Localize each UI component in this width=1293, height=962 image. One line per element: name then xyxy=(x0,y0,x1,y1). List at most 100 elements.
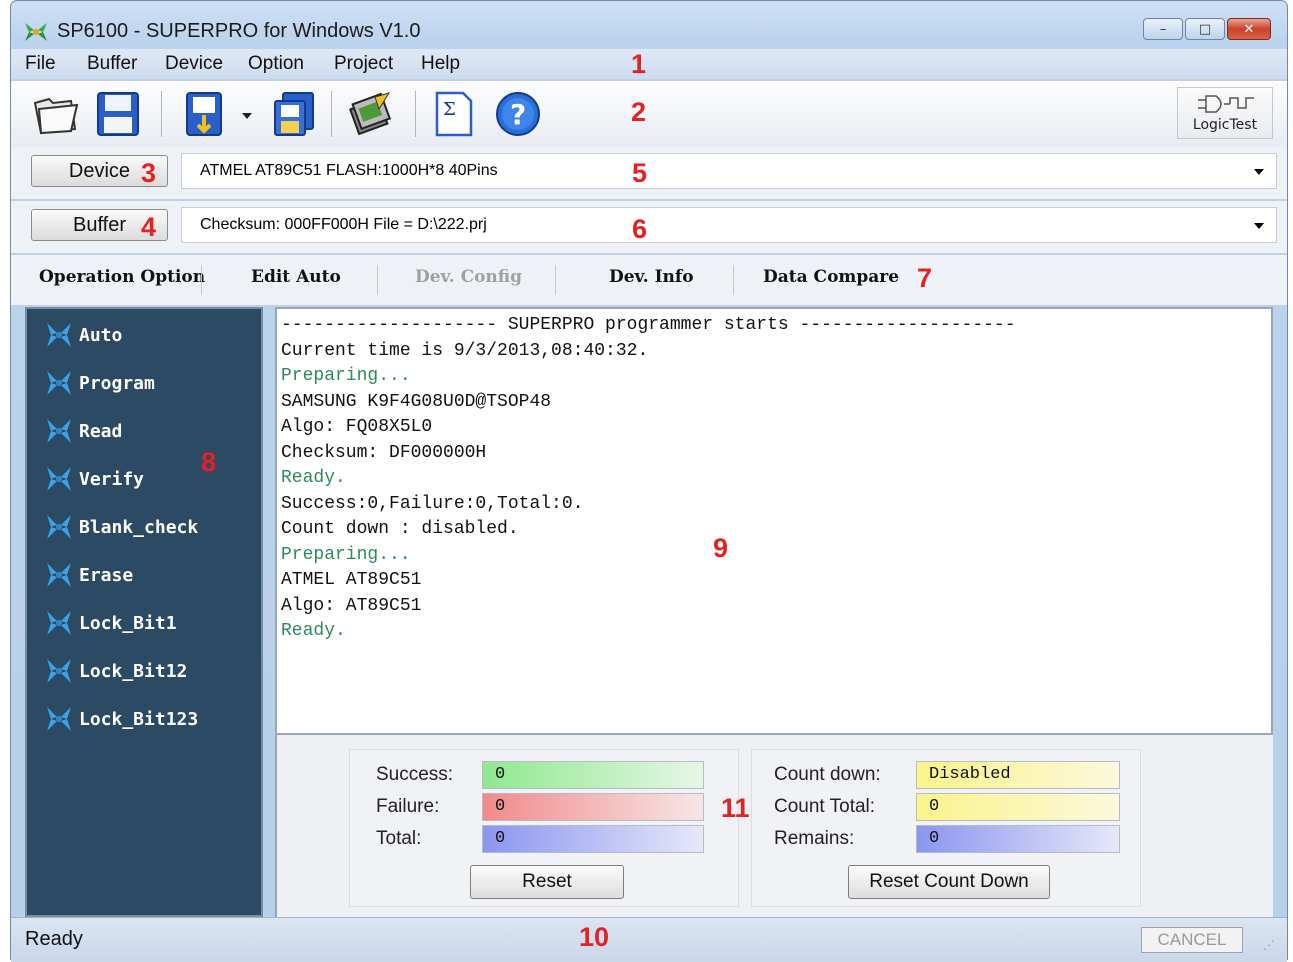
operation-auto[interactable]: Auto xyxy=(45,321,122,349)
device-select[interactable]: ATMEL AT89C51 FLASH:1000H*8 40Pins 5 xyxy=(181,153,1277,189)
cancel-button-label: CANCEL xyxy=(1157,930,1227,949)
log-line: Ready. xyxy=(281,621,346,641)
success-field: 0 xyxy=(482,761,704,789)
success-label: Success: xyxy=(376,764,454,785)
buffer-select[interactable]: Checksum: 000FF000H File = D:\222.prj 6 xyxy=(181,207,1277,244)
operation-program[interactable]: Program xyxy=(45,369,155,397)
tab-separator xyxy=(733,265,734,295)
callout-4: 4 xyxy=(141,212,157,242)
minimize-icon: – xyxy=(1159,21,1167,37)
operation-read[interactable]: Read xyxy=(45,417,122,445)
operation-label: Verify xyxy=(79,468,145,490)
log-line: SAMSUNG K9F4G08U0D@TSOP48 xyxy=(281,392,552,412)
tab-edit-auto[interactable]: Edit Auto xyxy=(251,267,341,287)
operation-label: Blank_check xyxy=(79,516,199,538)
log-line: Algo: AT89C51 xyxy=(281,596,422,616)
toolbar-separator xyxy=(415,91,416,137)
chevron-down-icon[interactable] xyxy=(1254,223,1264,229)
save-project-icon[interactable] xyxy=(269,89,319,139)
toolbar: Σ ? 2 LogicTest xyxy=(11,80,1287,148)
minimize-button[interactable]: – xyxy=(1143,18,1183,40)
chevron-down-icon[interactable] xyxy=(1254,169,1264,175)
logictest-button[interactable]: LogicTest xyxy=(1177,87,1273,139)
svg-text:Σ: Σ xyxy=(443,99,456,120)
remains-field: 0 xyxy=(916,825,1120,853)
operation-blank-check[interactable]: Blank_check xyxy=(45,513,198,541)
tab-operation-option[interactable]: Operation Option xyxy=(39,267,205,287)
operation-icon xyxy=(47,659,71,683)
menu-buffer[interactable]: Buffer xyxy=(87,53,137,75)
tab-dev-info[interactable]: Dev. Info xyxy=(609,267,694,287)
device-select-value: ATMEL AT89C51 FLASH:1000H*8 40Pins xyxy=(200,162,498,179)
load-project-icon[interactable] xyxy=(179,89,229,139)
operation-icon xyxy=(47,371,71,395)
result-counters: Success: 0 Failure: 0 Total: 0 Reset xyxy=(349,749,739,907)
dropdown-arrow-icon[interactable] xyxy=(237,89,257,139)
reset-button-label: Reset xyxy=(522,871,572,892)
program-chip-icon[interactable] xyxy=(345,89,395,139)
checksum-sigma-icon[interactable]: Σ xyxy=(429,89,479,139)
callout-7: 7 xyxy=(917,263,933,293)
callout-2: 2 xyxy=(631,97,647,127)
countdown-label: Count down: xyxy=(774,764,881,785)
maximize-button[interactable]: □ xyxy=(1185,18,1225,40)
log-line: Current time is 9/3/2013,08:40:32. xyxy=(281,341,649,361)
tab-separator xyxy=(201,265,202,295)
operation-icon xyxy=(47,707,71,731)
reset-button[interactable]: Reset xyxy=(470,865,624,899)
svg-text:?: ? xyxy=(510,98,526,131)
operation-label: Erase xyxy=(79,564,134,586)
window-controls: – □ ✕ xyxy=(1143,18,1271,40)
open-folder-icon[interactable] xyxy=(31,89,81,139)
operation-lock-bit12[interactable]: Lock_Bit12 xyxy=(45,657,187,685)
remains-label: Remains: xyxy=(774,828,855,849)
countdown-field[interactable]: Disabled xyxy=(916,761,1120,789)
menu-option[interactable]: Option xyxy=(248,53,304,75)
close-button[interactable]: ✕ xyxy=(1227,18,1271,40)
menu-project[interactable]: Project xyxy=(334,53,393,75)
countdown-counters: Count down: Disabled Count Total: 0 Rema… xyxy=(751,749,1141,907)
resize-grip-icon[interactable]: ⋰ xyxy=(1263,938,1275,952)
buffer-row: Buffer 4 Checksum: 000FF000H File = D:\2… xyxy=(11,201,1287,254)
save-disk-icon[interactable] xyxy=(93,89,143,139)
close-icon: ✕ xyxy=(1243,21,1255,37)
log-line: Count down : disabled. xyxy=(281,519,519,539)
tab-separator xyxy=(377,265,378,295)
cancel-button[interactable]: CANCEL xyxy=(1141,927,1243,953)
operations-sidebar: Auto Program Read Verify 8 Blank_check E… xyxy=(25,307,263,917)
main-window: SP6100 - SUPERPRO for Windows V1.0 – □ ✕… xyxy=(10,0,1288,962)
buffer-button-label: Buffer xyxy=(73,214,126,236)
tab-data-compare[interactable]: Data Compare xyxy=(763,267,899,287)
callout-8: 8 xyxy=(201,447,217,477)
app-logo-icon xyxy=(25,23,47,41)
operation-icon xyxy=(47,515,71,539)
menu-file[interactable]: File xyxy=(25,53,56,75)
count-total-field[interactable]: 0 xyxy=(916,793,1120,821)
log-line: Preparing... xyxy=(281,545,411,565)
callout-11: 11 xyxy=(721,793,750,823)
callout-3: 3 xyxy=(141,158,157,188)
log-line: ATMEL AT89C51 xyxy=(281,570,422,590)
failure-label: Failure: xyxy=(376,796,440,817)
log-output[interactable]: -------------------- SUPERPRO programmer… xyxy=(275,307,1273,735)
operation-lock-bit123[interactable]: Lock_Bit123 xyxy=(45,705,198,733)
menu-device[interactable]: Device xyxy=(165,53,223,75)
failure-field: 0 xyxy=(482,793,704,821)
tab-dev-config: Dev. Config xyxy=(415,267,523,287)
statistics-panel: Success: 0 Failure: 0 Total: 0 Reset 11 … xyxy=(275,735,1273,917)
title-bar[interactable]: SP6100 - SUPERPRO for Windows V1.0 – □ ✕ xyxy=(11,1,1287,49)
window-title: SP6100 - SUPERPRO for Windows V1.0 xyxy=(57,20,421,42)
operation-label: Read xyxy=(79,420,123,442)
operation-verify[interactable]: Verify xyxy=(45,465,144,493)
help-icon[interactable]: ? xyxy=(493,89,543,139)
operation-lock-bit1[interactable]: Lock_Bit1 xyxy=(45,609,177,637)
reset-count-down-button[interactable]: Reset Count Down xyxy=(848,865,1050,899)
callout-5: 5 xyxy=(632,158,648,188)
device-button-label: Device xyxy=(68,160,131,182)
operation-icon xyxy=(47,323,71,347)
operation-label: Program xyxy=(79,372,155,394)
menu-help[interactable]: Help xyxy=(421,53,460,75)
toolbar-separator xyxy=(331,91,332,137)
log-line: Preparing... xyxy=(281,366,411,386)
operation-erase[interactable]: Erase xyxy=(45,561,133,589)
